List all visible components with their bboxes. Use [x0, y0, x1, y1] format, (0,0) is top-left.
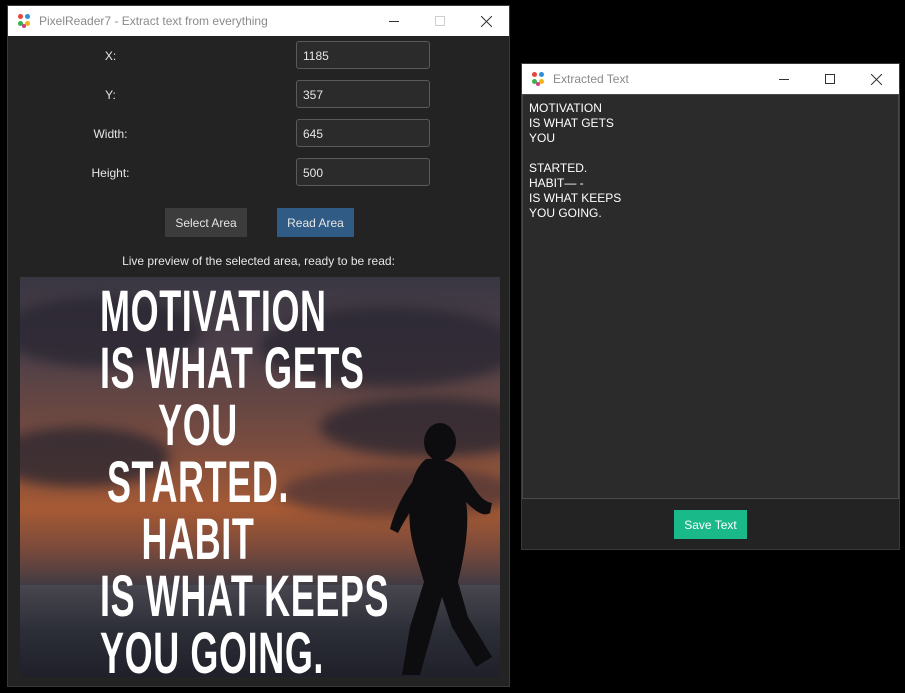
minimize-icon [779, 79, 789, 80]
preview-line: YOU GOING. [100, 621, 325, 678]
preview-line: STARTED. [106, 450, 290, 515]
height-row: Height: 500 [8, 158, 509, 188]
width-label: Width: [93, 127, 128, 141]
preview-line: HABIT [141, 507, 255, 572]
save-text-button[interactable]: Save Text [674, 510, 747, 539]
x-row: X: 1185 [8, 41, 509, 71]
x-label: X: [104, 49, 117, 63]
maximize-icon [435, 16, 445, 26]
close-icon [870, 73, 882, 85]
select-area-button[interactable]: Select Area [165, 208, 247, 237]
preview-line: IS WHAT KEEPS [100, 564, 390, 629]
runner-silhouette [390, 423, 492, 675]
close-button[interactable] [463, 6, 509, 36]
maximize-button[interactable] [417, 6, 463, 36]
y-row: Y: 357 [8, 80, 509, 110]
read-area-button[interactable]: Read Area [277, 208, 354, 237]
close-icon [480, 15, 492, 27]
height-label: Height: [91, 166, 130, 180]
app-icon [531, 71, 547, 87]
minimize-button[interactable] [761, 64, 807, 94]
extract-window-title: Extracted Text [553, 72, 629, 86]
height-input[interactable]: 500 [296, 158, 430, 186]
preview-quote: MOTIVATION IS WHAT GETS YOU STARTED. HAB… [100, 279, 390, 678]
width-input[interactable]: 645 [296, 119, 430, 147]
main-window-title: PixelReader7 - Extract text from everyth… [39, 14, 268, 28]
preview-image: MOTIVATION IS WHAT GETS YOU STARTED. HAB… [20, 277, 500, 677]
maximize-icon [825, 74, 835, 84]
width-row: Width: 645 [8, 119, 509, 149]
preview-line: YOU [158, 393, 238, 458]
main-window: PixelReader7 - Extract text from everyth… [8, 6, 509, 686]
minimize-button[interactable] [371, 6, 417, 36]
preview-line: MOTIVATION [100, 279, 327, 344]
preview-caption: Live preview of the selected area, ready… [122, 254, 395, 268]
app-icon [17, 13, 33, 29]
preview-line: IS WHAT GETS [100, 336, 365, 401]
extract-titlebar[interactable]: Extracted Text [522, 64, 899, 94]
extracted-text-window: Extracted Text MOTIVATION IS WHAT GETS Y… [522, 64, 899, 549]
y-input[interactable]: 357 [296, 80, 430, 108]
extracted-text-area[interactable]: MOTIVATION IS WHAT GETS YOU STARTED. HAB… [522, 94, 899, 499]
maximize-button[interactable] [807, 64, 853, 94]
close-button[interactable] [853, 64, 899, 94]
x-input[interactable]: 1185 [296, 41, 430, 69]
y-label: Y: [105, 88, 116, 102]
main-titlebar[interactable]: PixelReader7 - Extract text from everyth… [8, 6, 509, 36]
minimize-icon [389, 21, 399, 22]
